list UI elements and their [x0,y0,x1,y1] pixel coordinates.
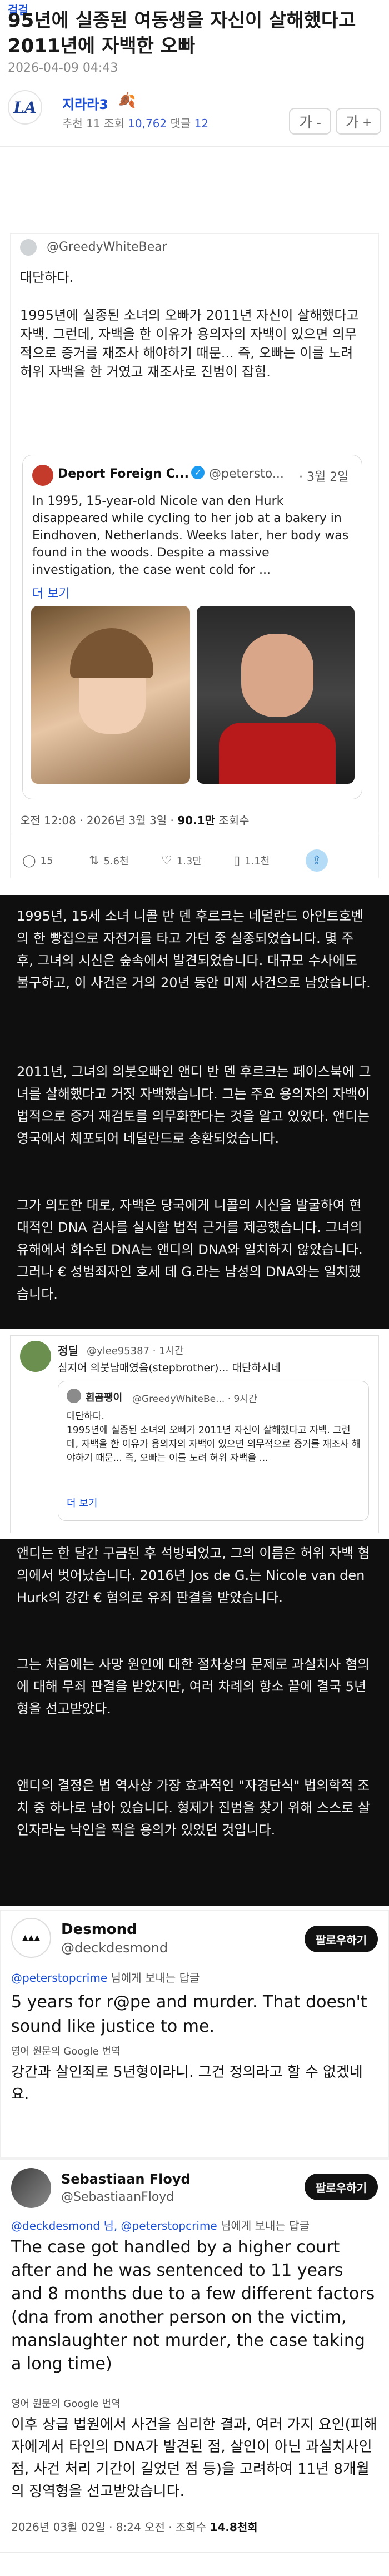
post-end-divider [0,2552,389,2553]
post-date: 2026-04-09 04:43 [8,61,118,75]
tweet3-reply-suffix: 님에게 보내는 답글 [107,1971,200,1985]
quoted-text: In 1995, 15-year-old Nicole van den Hurk… [32,494,349,577]
reply-button[interactable]: ◯ 15 [22,854,89,868]
tweet3-translation: 강간과 살인죄로 5년형이라니. 그건 정의라고 할 수 없겠네요. [11,2064,363,2103]
tweet1-views: 90.1만 [177,814,215,827]
tweet1-meta: 오전 12:08 · 2026년 3월 3일 · 90.1만 조회수 [20,812,250,828]
post-title: 95년에 실종된 여동생을 자신이 살해했다고 2011년에 자백한 오빠 [8,9,356,57]
tweet2-quote-author: 흰곰팽이 [86,1392,123,1404]
font-increase-button[interactable]: 가 + [336,108,381,135]
author-name[interactable]: 지라라3 [62,93,108,113]
translation2-paragraph-2: 그는 처음에는 사망 원인에 대한 절차상의 문제로 과실치사 혐의에 대해 무… [17,1657,370,1717]
tweet3-handle[interactable]: @deckdesmond [61,1940,168,1956]
share-icon: ⇪ [311,853,322,868]
recommend-count: 11 [86,117,101,130]
team-logo: LA [13,98,37,117]
tweet2-handle: @ylee95387 · 1시간 [87,1345,184,1357]
bookmark-button[interactable]: ▯ 1.1천 [233,853,306,868]
tweet3-reply-context: @peterstopcrime 님에게 보내는 답글 [11,1969,200,1985]
translation1-paragraph-2: 2011년, 그녀의 의붓오빠인 앤디 반 덴 후르크는 페이스북에 그녀를 살… [17,1064,371,1146]
tweet2-quote-handle: @GreedyWhiteBe... · 9시간 [132,1394,257,1405]
comments-count: 12 [194,117,209,130]
tweet4-reply-context: @deckdesmond 님, @peterstopcrime 님에게 보내는 … [11,2217,378,2233]
tweet4-translation-label[interactable]: 영어 원문의 Google 번역 [11,2396,121,2410]
post-stats: 추천 11 조회 10,762 댓글 12 [62,115,208,131]
translation2-paragraph-3: 앤디의 결정은 법 역사상 가장 효과적인 "자경단식" 법의학적 조치 중 하… [17,1778,370,1838]
tweet4-handle[interactable]: @SebastiaanFloyd [61,2190,174,2204]
bookmark-count: 1.1천 [245,856,270,867]
tweet1-action-bar: ◯ 15 ⇅ 5.6천 ♡ 1.3만 ▯ 1.1천 ⇪ [22,849,367,872]
tweet2-quote-avatar [67,1389,81,1403]
follow-button-desmond[interactable]: 팔로우하기 [305,1926,378,1952]
tweet2-author: 정딜 [58,1344,78,1357]
views-label: 조회 [103,117,124,130]
recommend-label: 추천 [62,117,83,130]
share-button[interactable]: ⇪ [306,849,328,872]
tweet4-author[interactable]: Sebastiaan Floyd [61,2171,191,2187]
tweet3-author[interactable]: Desmond [61,1921,137,1938]
tweet4-text: The case got handled by a higher court a… [11,2237,375,2374]
tweet1-handle[interactable]: @GreedyWhiteBear [47,240,167,254]
comments-label: 댓글 [170,117,191,130]
tweet3-reply-mention[interactable]: @peterstopcrime [11,1971,107,1985]
tweet4-meta-time: 2026년 03월 02일 · 8:24 오전 · 조회수 [11,2520,210,2534]
font-decrease-button[interactable]: 가 - [289,108,331,135]
tweet2-text: 심지어 의붓남매였음(stepbrother)... 대단하시네 [58,1362,281,1374]
tweet3-text: 5 years for r@pe and murder. That doesn'… [11,1992,367,2036]
author-badge-icon: 🍂 [118,92,136,109]
tweet1-time: 오전 12:08 · 2026년 3월 3일 · [20,814,178,827]
andy-photo[interactable] [197,606,355,784]
views-count: 10,762 [128,117,167,130]
tweet1-avatar [20,239,37,256]
tweet4-meta: 2026년 03월 02일 · 8:24 오전 · 조회수 14.8천회 [11,2518,258,2534]
retweet-count: 5.6천 [103,856,129,867]
translation1-paragraph-1: 1995년, 15세 소녀 니콜 반 덴 후르크는 네덜란드 아인트호벤의 한 … [17,908,371,991]
tweet1-views-label: 조회수 [215,814,250,827]
tweet3-translation-label[interactable]: 영어 원문의 Google 번역 [11,2043,121,2058]
quoted-handle: @petersto... [209,467,284,481]
tweet4-meta-views: 14.8천회 [210,2520,258,2534]
verified-icon: ✓ [191,466,205,479]
tweet3-divider [0,2157,389,2160]
tweet2-avatar [20,1341,51,1372]
quoted-more-link[interactable]: 더 보기 [32,584,70,601]
reply-count: 15 [40,854,53,867]
heart-icon: ♡ [161,853,172,868]
follow-button-sebastiaan[interactable]: 팔로우하기 [305,2174,378,2200]
tweet2-quote-text: 대단하다. 1995년에 실종된 소녀의 오빠가 2011년 자신이 살해했다고… [67,1411,361,1464]
reply-icon: ◯ [22,853,36,868]
retweet-icon: ⇅ [89,853,99,868]
tweet4-reply-suffix: 님에게 보내는 답글 [217,2219,310,2232]
tweet4-translation: 이후 상급 법원에서 사건을 심리한 결과, 여러 가지 요인(피해자에게서 타… [11,2416,377,2500]
sebastiaan-avatar[interactable] [11,2168,51,2208]
desmond-avatar[interactable]: ▲▲▲ [11,1918,51,1958]
header-divider [0,146,389,147]
quoted-author: Deport Foreign C... [58,467,189,481]
quoted-avatar [32,465,53,486]
bookmark-icon: ▯ [233,853,241,868]
translation1-paragraph-3: 그가 의도한 대로, 자백은 당국에게 니콜의 시신을 발굴하여 현대적인 DN… [17,1197,363,1302]
translation2-paragraph-1: 앤디는 한 달간 구금된 후 석방되었고, 그의 이름은 허위 자백 혐의에서 … [17,1545,370,1605]
quoted-date: · 3월 2일 [299,470,349,484]
tweet2-quote-more-link[interactable]: 더 보기 [67,1495,97,1510]
like-count: 1.3만 [176,856,202,867]
tweet1-text: 대단하다. 1995년에 실종된 소녀의 오빠가 2011년 자신이 살해했다고… [20,270,359,380]
nicole-photo[interactable] [31,606,190,784]
author-avatar[interactable]: LA [8,90,42,125]
retweet-button[interactable]: ⇅ 5.6천 [89,853,161,868]
tweet4-reply-mentions[interactable]: @deckdesmond 님, @peterstopcrime [11,2219,217,2232]
like-button[interactable]: ♡ 1.3만 [161,853,233,868]
